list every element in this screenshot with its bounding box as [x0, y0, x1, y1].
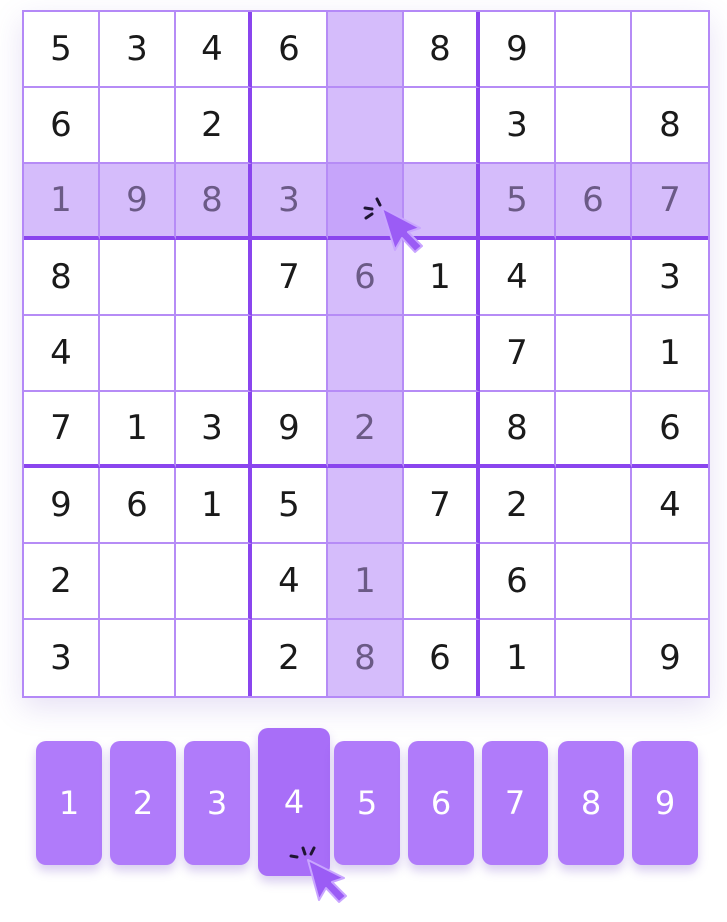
sudoku-cell-r4-c4[interactable]: 7	[252, 240, 328, 316]
sudoku-cell-r8-c9[interactable]	[632, 544, 708, 620]
number-key-5[interactable]: 5	[334, 741, 400, 865]
sudoku-cell-r4-c1[interactable]: 8	[24, 240, 100, 316]
sudoku-cell-r5-c1[interactable]: 4	[24, 316, 100, 392]
number-key-7[interactable]: 7	[482, 741, 548, 865]
number-key-6[interactable]: 6	[408, 741, 474, 865]
sudoku-cell-r6-c6[interactable]	[404, 392, 480, 468]
sudoku-cell-r2-c1[interactable]: 6	[24, 88, 100, 164]
sudoku-cell-r7-c7[interactable]: 2	[480, 468, 556, 544]
sudoku-cell-r3-c6[interactable]	[404, 164, 480, 240]
sudoku-cell-r2-c8[interactable]	[556, 88, 632, 164]
sudoku-cell-r3-c5[interactable]	[328, 164, 404, 240]
sudoku-cell-r6-c5[interactable]: 2	[328, 392, 404, 468]
sudoku-cell-r9-c7[interactable]: 1	[480, 620, 556, 696]
sudoku-cell-r9-c5[interactable]: 8	[328, 620, 404, 696]
sudoku-cell-r9-c9[interactable]: 9	[632, 620, 708, 696]
number-key-8[interactable]: 8	[558, 741, 624, 865]
sudoku-cell-r2-c5[interactable]	[328, 88, 404, 164]
sudoku-cell-r4-c3[interactable]	[176, 240, 252, 316]
sudoku-cell-r6-c9[interactable]: 6	[632, 392, 708, 468]
sudoku-cell-r7-c6[interactable]: 7	[404, 468, 480, 544]
sudoku-cell-r1-c2[interactable]: 3	[100, 12, 176, 88]
sudoku-cell-r3-c4[interactable]: 3	[252, 164, 328, 240]
sudoku-game: 5346896238198356787614347171392869615724…	[0, 0, 727, 922]
sudoku-cell-r7-c8[interactable]	[556, 468, 632, 544]
sudoku-cell-r9-c8[interactable]	[556, 620, 632, 696]
number-key-3[interactable]: 3	[184, 741, 250, 865]
sudoku-cell-r1-c6[interactable]: 8	[404, 12, 480, 88]
sudoku-cell-r8-c3[interactable]	[176, 544, 252, 620]
sudoku-cell-r1-c8[interactable]	[556, 12, 632, 88]
sudoku-cell-r7-c5[interactable]	[328, 468, 404, 544]
sudoku-cell-r3-c7[interactable]: 5	[480, 164, 556, 240]
sudoku-cell-r6-c8[interactable]	[556, 392, 632, 468]
sudoku-cell-r4-c9[interactable]: 3	[632, 240, 708, 316]
number-key-9[interactable]: 9	[632, 741, 698, 865]
sudoku-cell-r9-c4[interactable]: 2	[252, 620, 328, 696]
sudoku-cell-r7-c4[interactable]: 5	[252, 468, 328, 544]
sudoku-cell-r6-c7[interactable]: 8	[480, 392, 556, 468]
sudoku-cell-r7-c9[interactable]: 4	[632, 468, 708, 544]
sudoku-cell-r3-c2[interactable]: 9	[100, 164, 176, 240]
sudoku-cell-r1-c9[interactable]	[632, 12, 708, 88]
sudoku-cell-r8-c4[interactable]: 4	[252, 544, 328, 620]
sudoku-cell-r5-c9[interactable]: 1	[632, 316, 708, 392]
sudoku-cell-r4-c6[interactable]: 1	[404, 240, 480, 316]
sudoku-board: 5346896238198356787614347171392869615724…	[22, 10, 710, 698]
sudoku-cell-r9-c1[interactable]: 3	[24, 620, 100, 696]
sudoku-cell-r6-c3[interactable]: 3	[176, 392, 252, 468]
sudoku-cell-r8-c5[interactable]: 1	[328, 544, 404, 620]
sudoku-cell-r3-c9[interactable]: 7	[632, 164, 708, 240]
sudoku-cell-r8-c7[interactable]: 6	[480, 544, 556, 620]
sudoku-cell-r1-c7[interactable]: 9	[480, 12, 556, 88]
sudoku-cell-r2-c3[interactable]: 2	[176, 88, 252, 164]
sudoku-cell-r8-c2[interactable]	[100, 544, 176, 620]
sudoku-cell-r5-c2[interactable]	[100, 316, 176, 392]
sudoku-cell-r5-c3[interactable]	[176, 316, 252, 392]
sudoku-cell-r4-c7[interactable]: 4	[480, 240, 556, 316]
number-key-4[interactable]: 4	[258, 728, 330, 876]
sudoku-cell-r4-c2[interactable]	[100, 240, 176, 316]
sudoku-cell-r8-c1[interactable]: 2	[24, 544, 100, 620]
sudoku-cell-r2-c7[interactable]: 3	[480, 88, 556, 164]
sudoku-cell-r1-c5[interactable]	[328, 12, 404, 88]
sudoku-cell-r7-c2[interactable]: 6	[100, 468, 176, 544]
sudoku-cell-r8-c8[interactable]	[556, 544, 632, 620]
sudoku-cell-r3-c3[interactable]: 8	[176, 164, 252, 240]
sudoku-cell-r1-c1[interactable]: 5	[24, 12, 100, 88]
sudoku-cell-r9-c2[interactable]	[100, 620, 176, 696]
sudoku-cell-r7-c3[interactable]: 1	[176, 468, 252, 544]
sudoku-cell-r5-c8[interactable]	[556, 316, 632, 392]
sudoku-cell-r9-c3[interactable]	[176, 620, 252, 696]
sudoku-cell-r2-c2[interactable]	[100, 88, 176, 164]
sudoku-cell-r2-c4[interactable]	[252, 88, 328, 164]
sudoku-cell-r7-c1[interactable]: 9	[24, 468, 100, 544]
sudoku-cell-r1-c3[interactable]: 4	[176, 12, 252, 88]
sudoku-cell-r6-c4[interactable]: 9	[252, 392, 328, 468]
sudoku-cell-r6-c1[interactable]: 7	[24, 392, 100, 468]
number-key-2[interactable]: 2	[110, 741, 176, 865]
sudoku-cell-r4-c5[interactable]: 6	[328, 240, 404, 316]
sudoku-cell-r9-c6[interactable]: 6	[404, 620, 480, 696]
sudoku-cell-r4-c8[interactable]	[556, 240, 632, 316]
sudoku-cell-r5-c5[interactable]	[328, 316, 404, 392]
sudoku-cell-r5-c4[interactable]	[252, 316, 328, 392]
sudoku-cell-r1-c4[interactable]: 6	[252, 12, 328, 88]
number-key-1[interactable]: 1	[36, 741, 102, 865]
sudoku-cell-r8-c6[interactable]	[404, 544, 480, 620]
sudoku-cell-r3-c1[interactable]: 1	[24, 164, 100, 240]
sudoku-cell-r5-c6[interactable]	[404, 316, 480, 392]
sudoku-cell-r3-c8[interactable]: 6	[556, 164, 632, 240]
sudoku-cell-r6-c2[interactable]: 1	[100, 392, 176, 468]
sudoku-cell-r5-c7[interactable]: 7	[480, 316, 556, 392]
sudoku-cell-r2-c6[interactable]	[404, 88, 480, 164]
sudoku-cell-r2-c9[interactable]: 8	[632, 88, 708, 164]
